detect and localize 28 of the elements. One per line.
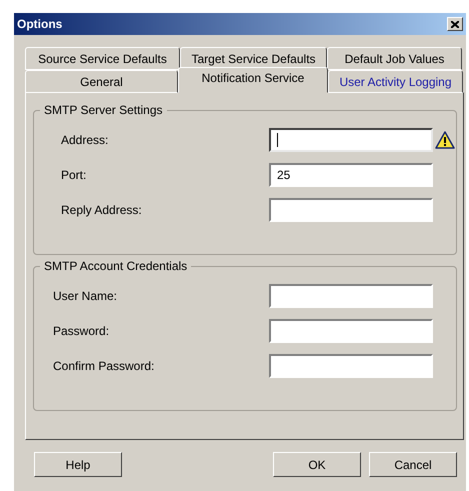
field-label: Password: [53, 324, 110, 338]
close-icon [451, 20, 459, 28]
dialog-button[interactable]: Help [34, 452, 122, 477]
input-field[interactable] [269, 198, 433, 222]
field-label: Reply Address: [61, 203, 143, 217]
group-title: SMTP Server Settings [40, 103, 166, 117]
field-label: Address: [61, 133, 110, 147]
tab[interactable]: Source Service Defaults [25, 47, 180, 70]
dialog-button[interactable]: OK [273, 452, 361, 477]
input-field[interactable] [269, 319, 433, 343]
group-title: SMTP Account Credentials [40, 259, 192, 273]
field-label: Confirm Password: [53, 359, 156, 373]
input-field[interactable] [269, 354, 433, 378]
tab[interactable]: Default Job Values [327, 47, 462, 70]
tab[interactable]: Notification Service [178, 67, 328, 93]
field-label: User Name: [53, 289, 118, 303]
input-field[interactable] [269, 128, 433, 152]
dialog-button[interactable]: Cancel [369, 452, 457, 477]
tab[interactable]: General [25, 70, 178, 93]
close-button[interactable] [447, 17, 463, 31]
warning-icon [435, 131, 455, 149]
text-cursor [277, 133, 278, 147]
tab[interactable]: User Activity Logging [328, 70, 463, 93]
field-label: Port: [61, 168, 88, 182]
window-title: Options [17, 17, 62, 31]
field-value: 25 [277, 168, 290, 182]
input-field[interactable]: 25 [269, 163, 433, 187]
input-field[interactable] [269, 284, 433, 308]
